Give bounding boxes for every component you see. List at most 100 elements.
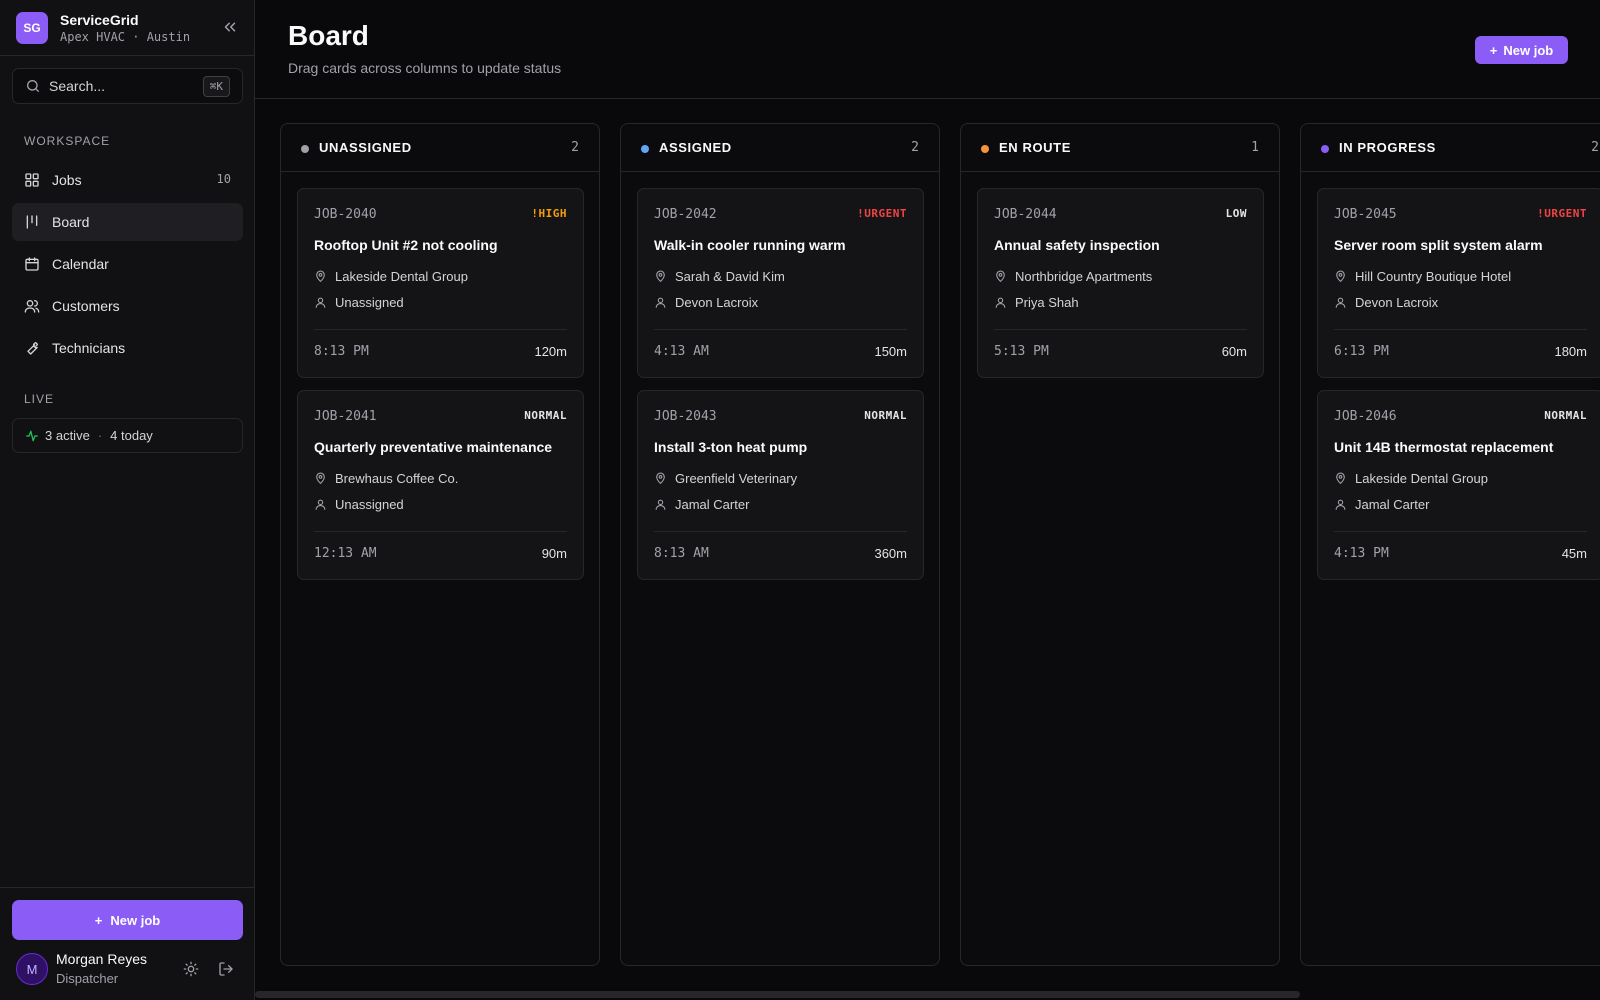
map-pin-icon [1336,270,1345,283]
priority-badge: LOW [1225,207,1247,220]
logout-icon[interactable] [218,961,234,977]
board-column-en-route[interactable]: EN ROUTE 1 JOB-2044 LOW Annual safety inspec… [960,123,1280,966]
job-duration: 180m [1554,344,1587,359]
job-customer: Northbridge Apartments [1015,269,1153,284]
priority-badge: NORMAL [864,409,907,422]
sidebar-bottom-divider [0,887,255,888]
collapse-sidebar-icon[interactable] [221,18,239,36]
job-title: Annual safety inspection [994,237,1160,253]
column-header: EN ROUTE 1 [961,124,1279,172]
jobs-count: 10 [216,172,231,186]
job-card[interactable]: JOB-2041 NORMAL Quarterly preventative mai… [297,390,584,580]
search-icon [27,80,39,92]
user-profile: M Morgan Reyes Dispatcher [16,951,239,991]
card-divider [654,329,907,330]
job-id: JOB-2040 [314,207,377,222]
sidebar-divider [0,55,255,56]
activity-icon [26,430,38,441]
job-card[interactable]: JOB-2044 LOW Annual safety inspection North… [977,188,1264,378]
board-column-unassigned[interactable]: UNASSIGNED 2 JOB-2040 !HIGH Rooftop Unit #2 … [280,123,600,966]
priority-badge: NORMAL [1544,409,1587,422]
horizontal-scrollbar[interactable] [255,988,1600,1000]
avatar[interactable]: M [16,953,48,985]
calendar-icon [25,257,39,271]
map-pin-icon [656,270,665,283]
sidebar-item-label: Customers [52,298,120,314]
brand-org: Apex HVAC · Austin [60,30,191,44]
user-role: Dispatcher [56,971,119,986]
search-input[interactable]: Search... ⌘K [12,68,243,104]
sidebar-item-jobs[interactable]: Jobs 10 [12,161,243,199]
search-placeholder: Search... [49,78,106,94]
status-dot [1321,145,1329,153]
grid-icon [25,173,39,187]
user-icon [315,499,326,510]
header-new-job-button[interactable]: + New job [1475,36,1568,64]
user-icon [315,297,326,308]
map-pin-icon [656,472,665,485]
job-card[interactable]: JOB-2040 !HIGH Rooftop Unit #2 not cooling… [297,188,584,378]
live-label: LIVE [24,392,55,406]
job-customer: Lakeside Dental Group [1355,471,1488,486]
job-technician-row: Devon Lacroix [654,295,758,310]
user-icon [1335,499,1346,510]
sidebar-new-job-label: New job [110,912,161,928]
job-title: Install 3-ton heat pump [654,439,808,455]
job-id: JOB-2042 [654,207,717,222]
column-count: 1 [1251,140,1259,155]
card-divider [314,329,567,330]
job-customer-row: Hill Country Boutique Hotel [1334,269,1511,284]
job-card[interactable]: JOB-2042 !URGENT Walk-in cooler running wa… [637,188,924,378]
priority-badge: !URGENT [857,207,907,220]
job-duration: 120m [534,344,567,359]
job-technician: Unassigned [335,295,404,310]
board-column-in-progress[interactable]: IN PROGRESS 2 JOB-2045 !URGENT Server room s… [1300,123,1600,966]
sidebar-item-board[interactable]: Board [12,203,243,241]
job-technician: Priya Shah [1015,295,1079,310]
job-card[interactable]: JOB-2045 !URGENT Server room split system … [1317,188,1600,378]
sidebar-item-customers[interactable]: Customers [12,287,243,325]
status-dot [981,145,989,153]
job-duration: 60m [1221,344,1247,359]
status-dot [641,145,649,153]
column-title: IN PROGRESS [1339,140,1436,155]
job-id: JOB-2041 [314,409,377,424]
sidebar-item-label: Jobs [52,172,82,188]
scrollbar-thumb[interactable] [255,991,1300,998]
sidebar-item-label: Calendar [52,256,109,272]
job-card[interactable]: JOB-2043 NORMAL Install 3-ton heat pump Gre… [637,390,924,580]
board-column-assigned[interactable]: ASSIGNED 2 JOB-2042 !URGENT Walk-in cooler r… [620,123,940,966]
card-divider [654,531,907,532]
job-customer-row: Lakeside Dental Group [314,269,468,284]
sidebar-new-job-button[interactable]: + New job [12,900,243,940]
job-duration: 360m [874,546,907,561]
job-title: Server room split system alarm [1334,237,1543,253]
job-customer-row: Lakeside Dental Group [1334,471,1488,486]
job-customer-row: Brewhaus Coffee Co. [314,471,458,486]
column-title: UNASSIGNED [319,140,412,155]
priority-badge: !HIGH [531,207,567,220]
user-icon [655,297,666,308]
sun-icon[interactable] [183,961,199,977]
job-customer: Hill Country Boutique Hotel [1355,269,1512,284]
brand: SG ServiceGrid Apex HVAC · Austin [16,12,239,46]
users-icon [24,300,40,313]
job-time: 12:13 AM [314,546,377,561]
job-duration: 150m [874,344,907,359]
job-title: Walk-in cooler running warm [654,237,846,253]
workspace-label: WORKSPACE [24,134,111,148]
search-shortcut: ⌘K [202,76,230,97]
job-card[interactable]: JOB-2046 NORMAL Unit 14B thermostat replac… [1317,390,1600,580]
map-pin-icon [316,270,325,283]
job-title: Unit 14B thermostat replacement [1334,439,1554,455]
priority-badge: NORMAL [524,409,567,422]
sidebar-item-technicians[interactable]: Technicians [12,329,243,367]
job-id: JOB-2043 [654,409,717,424]
job-technician: Unassigned [335,497,404,512]
column-header: ASSIGNED 2 [621,124,939,172]
sidebar-item-calendar[interactable]: Calendar [12,245,243,283]
column-header: IN PROGRESS 2 [1301,124,1600,172]
job-time: 8:13 PM [314,344,369,359]
job-customer-row: Northbridge Apartments [994,269,1152,284]
job-id: JOB-2045 [1334,207,1397,222]
